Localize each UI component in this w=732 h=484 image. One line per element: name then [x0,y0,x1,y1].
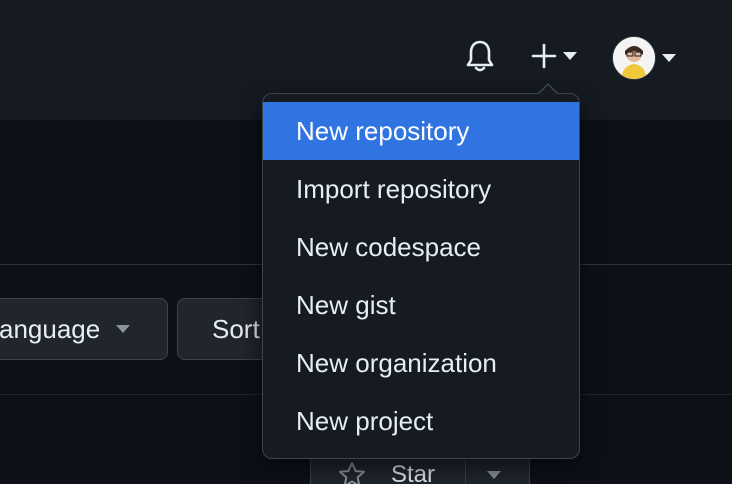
avatar [612,36,656,80]
star-label: Star [391,461,436,484]
language-filter-label: anguage [0,313,101,344]
menu-item-label: New repository [296,115,470,146]
chevron-down-icon [662,54,676,62]
menu-item-new-organization[interactable]: New organization [263,334,579,392]
menu-item-import-repository[interactable]: Import repository [263,160,579,218]
chevron-down-icon [563,52,577,60]
menu-item-label: New gist [296,289,396,320]
user-menu-button[interactable] [608,36,680,80]
menu-item-label: New organization [296,347,497,378]
page: anguage Sort Star New repository Import … [0,0,732,484]
dropdown-arrow-inner [538,85,558,95]
star-icon [339,462,365,484]
sort-label: Sort [212,313,260,344]
menu-item-new-codespace[interactable]: New codespace [263,218,579,276]
bell-icon [466,40,494,72]
chevron-down-icon [116,325,131,333]
menu-item-label: Import repository [296,173,492,204]
create-new-button[interactable] [524,36,584,76]
create-new-dropdown: New repository Import repository New cod… [262,83,580,459]
menu-item-label: New codespace [296,231,481,262]
menu-item-new-project[interactable]: New project [263,392,579,450]
menu-item-label: New project [296,405,434,436]
menu-item-new-repository[interactable]: New repository [263,102,579,160]
menu-item-new-gist[interactable]: New gist [263,276,579,334]
notifications-button[interactable] [460,36,500,76]
chevron-down-icon[interactable] [487,471,501,479]
plus-icon [531,43,557,69]
language-filter-button[interactable]: anguage [0,298,168,360]
